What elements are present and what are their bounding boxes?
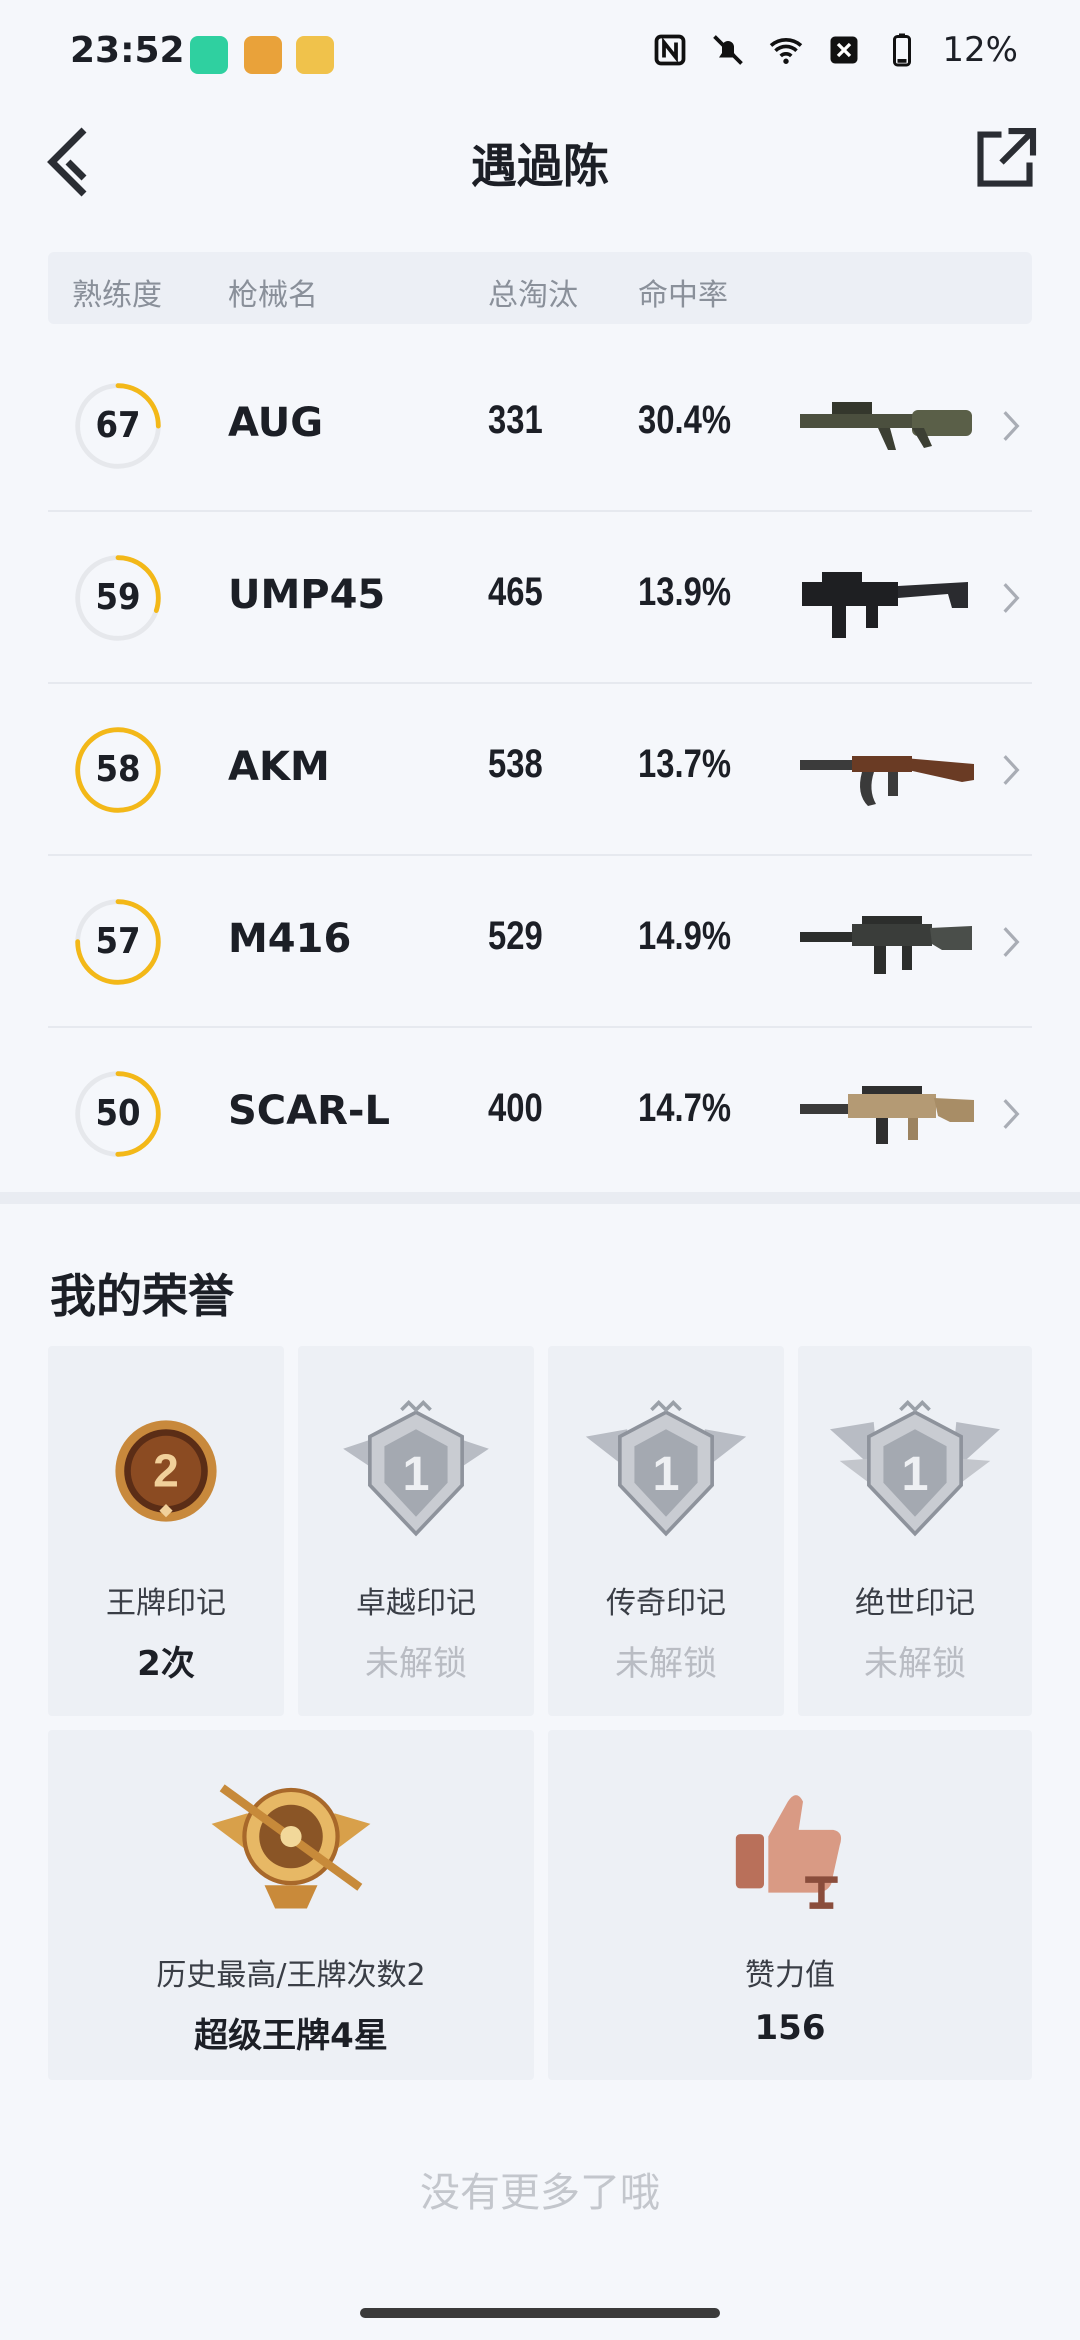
honor-card-supreme[interactable]: 1 绝世印记 未解锁 (798, 1346, 1032, 1716)
status-bar: 23:52 12% (0, 0, 1080, 110)
honors-title: 我的荣誉 (50, 1269, 234, 1323)
header-proficiency: 熟练度 (72, 278, 162, 313)
gun-name: SCAR-L (228, 1088, 391, 1134)
weapon-row-aug[interactable]: 67 AUG 331 30.4% (48, 340, 1032, 512)
gun-total-kills: 331 (488, 398, 543, 442)
header-gun-name: 枪械名 (228, 278, 318, 313)
proficiency-value: 50 (95, 1093, 141, 1134)
gun-aug-icon (800, 402, 972, 450)
gun-name: AUG (228, 400, 324, 446)
battery-icon (893, 33, 912, 67)
gun-scar-l-icon (800, 1086, 974, 1144)
legend-mark-badge-icon: 1 (585, 1399, 747, 1537)
header-total-kills: 总淘汰 (488, 278, 578, 313)
nfc-icon (655, 34, 686, 66)
proficiency-value: 59 (95, 577, 141, 618)
gun-name: AKM (228, 744, 330, 790)
honor-card-ace[interactable]: 2 王牌印记 2次 (48, 1346, 284, 1716)
weapon-row-akm[interactable]: 58 AKM 538 13.7% (48, 684, 1032, 856)
honor-card-likes[interactable]: 赞力值 156 (548, 1730, 1032, 2080)
app-icon-game (244, 36, 282, 74)
honor-label: 传奇印记 (606, 1586, 726, 1621)
chevron-right-icon (1003, 583, 1020, 613)
supreme-badge-number: 1 (901, 1447, 928, 1501)
wifi-icon (770, 38, 803, 64)
likes-value: 156 (754, 2008, 826, 2048)
chevron-right-icon (1003, 755, 1020, 785)
honor-value: 未解锁 (365, 1644, 467, 1684)
chevron-right-icon (1003, 411, 1020, 441)
gun-hit-rate: 13.9% (638, 570, 732, 614)
weapon-row-ump45[interactable]: 59 UMP45 465 13.9% (48, 512, 1032, 684)
gun-total-kills: 465 (488, 570, 543, 614)
gun-hit-rate: 14.7% (638, 1086, 732, 1130)
supreme-mark-badge-icon: 1 (830, 1399, 1000, 1537)
chevron-right-icon (1003, 1099, 1020, 1129)
weapons-list: 67 AUG 331 30.4% 59 UMP45 465 13.9% 58 AKM 538 13.7… (48, 340, 1032, 1198)
weapon-row-scar-l[interactable]: 50 SCAR-L 400 14.7% (48, 1028, 1032, 1198)
gun-total-kills: 400 (488, 1086, 543, 1130)
tier-label: 历史最高/王牌次数2 (156, 1958, 426, 1993)
status-icons: 12% (652, 30, 1018, 70)
home-indicator[interactable] (360, 2308, 720, 2318)
weapon-row-m416[interactable]: 57 M416 529 14.9% (48, 856, 1032, 1028)
ace-badge-number: 2 (153, 1444, 179, 1496)
tier-value: 超级王牌4星 (194, 2016, 388, 2056)
gun-total-kills: 529 (488, 914, 543, 958)
section-divider (0, 1192, 1080, 1204)
header-hit-rate: 命中率 (638, 278, 728, 313)
gun-akm-icon (800, 756, 974, 806)
honor-value: 2次 (137, 1644, 195, 1684)
ace-mark-badge-icon: 2 (115, 1420, 217, 1522)
page-title: 遇過陈 (471, 139, 609, 193)
honor-card-legend[interactable]: 1 传奇印记 未解锁 (548, 1346, 784, 1716)
honor-card-excellence[interactable]: 1 卓越印记 未解锁 (298, 1346, 534, 1716)
share-icon[interactable] (970, 124, 1040, 194)
likes-label: 赞力值 (745, 1958, 835, 1993)
gun-total-kills: 538 (488, 742, 543, 786)
thumbs-up-icon (735, 1795, 842, 1909)
honor-value: 未解锁 (864, 1644, 966, 1684)
gun-name: UMP45 (228, 572, 386, 618)
weapons-table-header: 熟练度 枪械名 总淘汰 命中率 (48, 252, 1032, 324)
gun-m416-icon (800, 916, 972, 974)
excellence-badge-number: 1 (402, 1447, 429, 1501)
battery-percent: 12% (942, 30, 1018, 70)
no-more-text: 没有更多了哦 (420, 2170, 660, 2216)
honor-label: 王牌印记 (106, 1586, 226, 1621)
mute-bell-icon (713, 35, 744, 65)
honor-label: 卓越印记 (356, 1586, 476, 1621)
gun-hit-rate: 13.7% (638, 742, 732, 786)
honor-label: 绝世印记 (855, 1586, 975, 1621)
gun-hit-rate: 30.4% (638, 398, 732, 442)
honor-card-highest-tier[interactable]: 历史最高/王牌次数2 超级王牌4星 (48, 1730, 534, 2080)
gun-hit-rate: 14.9% (638, 914, 732, 958)
chevron-right-icon (1003, 927, 1020, 957)
proficiency-value: 57 (95, 921, 141, 962)
header: 遇過陈 (0, 110, 1080, 210)
sim-x-icon (830, 36, 858, 64)
proficiency-value: 67 (95, 405, 141, 446)
status-time: 23:52 (70, 30, 185, 71)
gun-ump45-icon (802, 572, 968, 638)
honor-value: 未解锁 (615, 1644, 717, 1684)
gun-name: M416 (228, 916, 352, 962)
legend-badge-number: 1 (652, 1447, 679, 1501)
excellence-mark-badge-icon: 1 (343, 1399, 489, 1537)
proficiency-value: 58 (95, 749, 141, 790)
tier-emblem-icon (211, 1784, 371, 1909)
app-icon-green (190, 36, 228, 74)
app-icon-gold (296, 36, 334, 74)
